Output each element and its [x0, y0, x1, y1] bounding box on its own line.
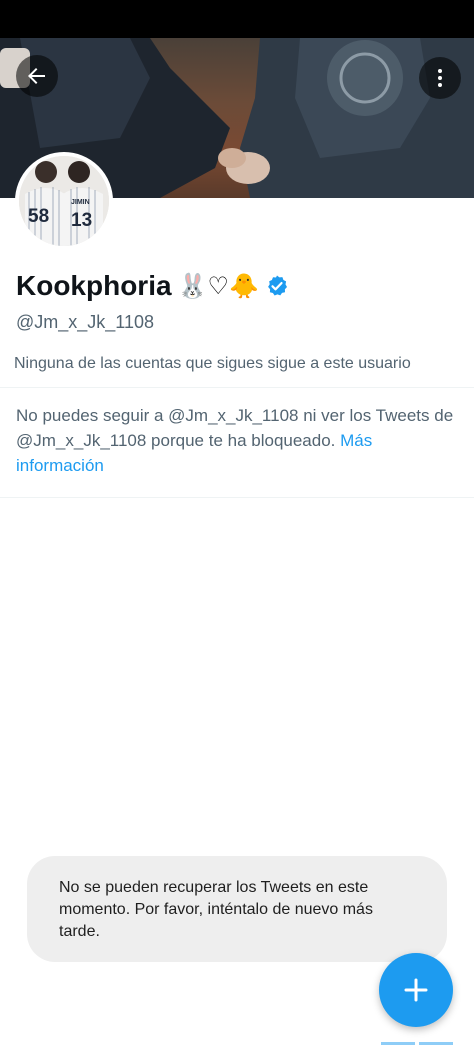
verified-badge-icon — [267, 275, 287, 296]
profile-handle: @Jm_x_Jk_1108 — [16, 312, 155, 332]
divider — [0, 497, 474, 498]
followers-you-know[interactable]: Ninguna de las cuentas que sigues sigue … — [14, 355, 411, 373]
toast-message: No se pueden recuperar los Tweets en est… — [59, 879, 373, 940]
avatar-jersey-right-name: JIMIN — [71, 199, 90, 206]
arrow-left-icon — [28, 68, 45, 84]
more-vertical-icon — [438, 69, 442, 87]
display-name-text: Kookphoria — [16, 270, 172, 301]
status-bar — [0, 0, 474, 38]
scroll-indicator — [419, 1042, 453, 1045]
back-button[interactable] — [16, 55, 58, 97]
blocked-message-text: No puedes seguir a @Jm_x_Jk_1108 ni ver … — [16, 406, 454, 450]
avatar-jersey-right-number: 13 — [71, 210, 92, 231]
more-options-button[interactable] — [419, 57, 461, 99]
avatar[interactable]: 58 JIMIN 13 — [15, 152, 113, 250]
compose-tweet-button[interactable] — [379, 953, 453, 1027]
scroll-indicator — [381, 1042, 415, 1045]
profile-display-name: Kookphoria 🐰♡🐥 — [16, 268, 289, 304]
plus-icon — [404, 978, 428, 1002]
error-toast: No se pueden recuperar los Tweets en est… — [27, 856, 447, 962]
avatar-jersey-left-number: 58 — [28, 206, 49, 227]
divider — [0, 387, 474, 388]
blocked-message: No puedes seguir a @Jm_x_Jk_1108 ni ver … — [16, 403, 456, 478]
name-emojis: 🐰♡🐥 — [177, 272, 259, 300]
avatar-image: 58 JIMIN 13 — [19, 156, 109, 246]
